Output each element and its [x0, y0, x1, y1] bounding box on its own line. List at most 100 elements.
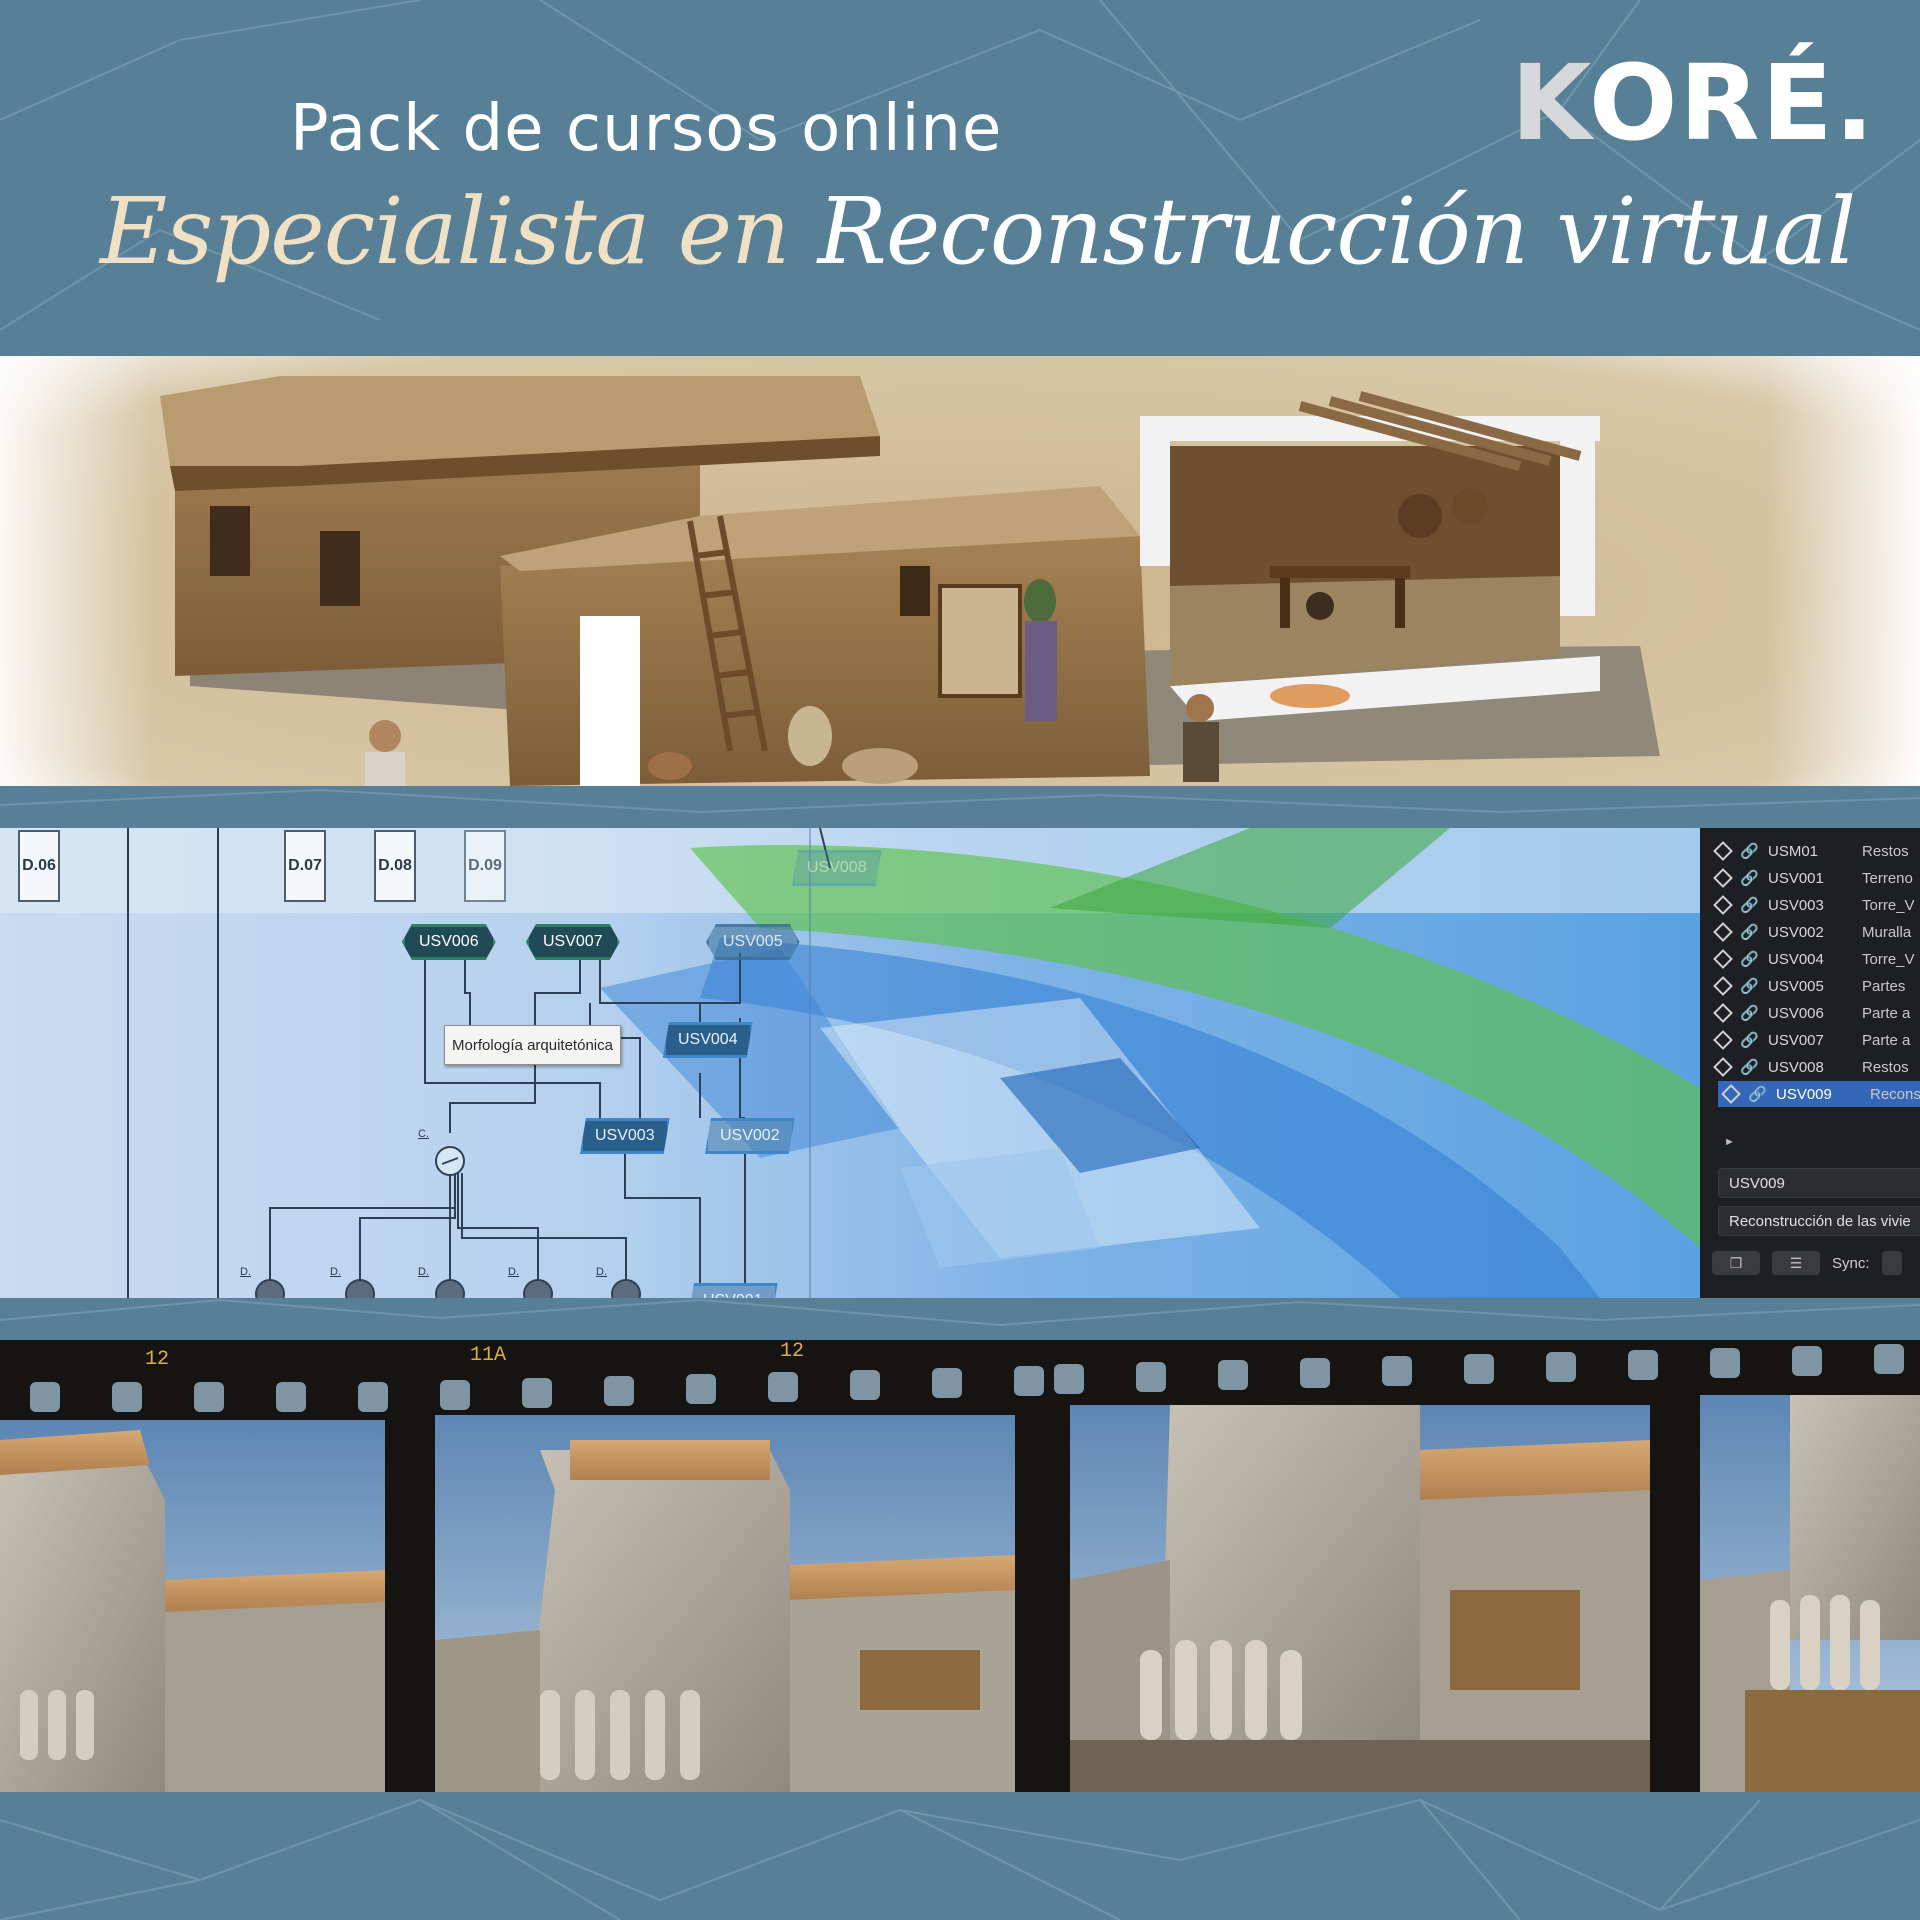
outliner-row[interactable]: 🔗 USM01 Restos: [1710, 838, 1920, 864]
logo-letter-k: K: [1511, 42, 1589, 164]
combiner-label: C.: [418, 1128, 429, 1140]
usv-box-node[interactable]: USV001: [688, 1283, 778, 1298]
outliner-row[interactable]: 🔗 USV005 Partes: [1710, 973, 1920, 999]
link-icon: 🔗: [1748, 1086, 1767, 1103]
outliner-row-name: USV001: [1768, 869, 1824, 887]
diamond-icon: [1713, 949, 1733, 969]
sync-toggle[interactable]: [1881, 1251, 1902, 1275]
outliner-row-desc: Torre_V: [1862, 896, 1915, 914]
frame-number: 11A: [470, 1344, 506, 1367]
header: Pack de cursos online Especialista en Re…: [0, 0, 1920, 355]
outliner-row-selected[interactable]: 🔗 USV009 Recons: [1718, 1081, 1920, 1107]
outliner-row-name: USV005: [1768, 977, 1824, 995]
outliner-row-name: USV009: [1776, 1085, 1832, 1103]
outliner-row-desc: Terreno: [1862, 869, 1913, 887]
film-frame-2: [435, 1415, 1015, 1792]
link-icon: 🔗: [1740, 843, 1759, 860]
frame-number: 12: [145, 1348, 169, 1371]
link-icon: 🔗: [1740, 1059, 1759, 1076]
diamond-icon: [1721, 1084, 1741, 1104]
film-strip-panel: 12 11A 12: [0, 1340, 1920, 1792]
source-label: D.: [240, 1266, 251, 1278]
node-graph-area: D.06 D.07 D.08 D.09 USV008 USV006 USV007…: [0, 828, 1700, 1298]
logo-rest: ORÉ.: [1588, 42, 1876, 164]
usv-node[interactable]: USV007: [526, 924, 620, 960]
title-accent: Especialista en: [100, 178, 790, 285]
usv-box-node[interactable]: USV003: [580, 1118, 670, 1154]
source-label: D.: [596, 1266, 607, 1278]
source-label: D.: [418, 1266, 429, 1278]
expand-arrow-icon[interactable]: ►: [1724, 1136, 1735, 1148]
diamond-icon: [1713, 1057, 1733, 1077]
morphology-label-node[interactable]: Morfología arquitetónica: [444, 1025, 621, 1065]
document-node[interactable]: D.06: [18, 830, 60, 902]
outliner-row-desc: Partes: [1862, 977, 1906, 995]
usv-node[interactable]: USV006: [402, 924, 496, 960]
diamond-icon: [1713, 1003, 1733, 1023]
usv-node[interactable]: USV005: [706, 924, 800, 960]
link-icon: 🔗: [1740, 978, 1759, 995]
document-node[interactable]: D.07: [284, 830, 326, 902]
outliner-row-name: USM01: [1768, 842, 1819, 860]
outliner-row-desc: Parte a: [1862, 1004, 1911, 1022]
outliner-row[interactable]: 🔗 USV003 Torre_V: [1710, 892, 1920, 918]
copy-icon[interactable]: ❐: [1712, 1251, 1760, 1275]
title-main: Reconstrucción virtual: [817, 178, 1857, 285]
kore-logo: KORÉ.: [1511, 42, 1876, 164]
outliner-row-desc: Muralla: [1862, 923, 1912, 941]
link-icon: 🔗: [1740, 897, 1759, 914]
outliner-row-desc: Recons: [1870, 1085, 1920, 1103]
link-icon: 🔗: [1740, 1005, 1759, 1022]
course-pack-subtitle: Pack de cursos online: [290, 92, 1003, 166]
link-icon: 🔗: [1740, 870, 1759, 887]
object-description-field[interactable]: Reconstrucción de las vivie: [1718, 1206, 1920, 1236]
source-label: D.: [330, 1266, 341, 1278]
course-title: Especialista en Reconstrucción virtual: [100, 178, 1857, 285]
outliner-row-desc: Parte a: [1862, 1031, 1911, 1049]
diamond-icon: [1713, 841, 1733, 861]
document-node[interactable]: D.08: [374, 830, 416, 902]
frame-number: 12: [780, 1340, 804, 1363]
outliner-row-name: USV007: [1768, 1031, 1824, 1049]
software-screenshot-panel: D.06 D.07 D.08 D.09 USV008 USV006 USV007…: [0, 828, 1920, 1298]
outliner-row[interactable]: 🔗 USV001 Terreno: [1710, 865, 1920, 891]
object-name-field[interactable]: USV009: [1718, 1168, 1920, 1198]
film-frame-1: [0, 1420, 385, 1792]
house-render-image: [0, 356, 1920, 786]
diamond-icon: [1713, 895, 1733, 915]
link-icon: 🔗: [1740, 1032, 1759, 1049]
outliner-row[interactable]: 🔗 USV008 Restos: [1710, 1054, 1920, 1080]
sync-label: Sync:: [1832, 1254, 1870, 1272]
outliner-row[interactable]: 🔗 USV002 Muralla: [1710, 919, 1920, 945]
list-icon[interactable]: ☰: [1772, 1251, 1820, 1275]
film-frame-3: [1070, 1405, 1650, 1792]
outliner-panel: 🔗 USM01 Restos 🔗 USV001 Terreno 🔗 USV003 Torre…: [1700, 828, 1920, 1298]
film-frame-4: [1700, 1395, 1920, 1792]
diamond-icon: [1713, 868, 1733, 888]
outliner-row-desc: Restos: [1862, 1058, 1909, 1076]
outliner-row-desc: Torre_V: [1862, 950, 1915, 968]
outliner-row-desc: Restos: [1862, 842, 1909, 860]
source-label: D.: [508, 1266, 519, 1278]
house-render-panel: [0, 356, 1920, 786]
document-node[interactable]: D.09: [464, 830, 506, 902]
diamond-icon: [1713, 976, 1733, 996]
usv-box-node[interactable]: USV004: [663, 1022, 753, 1058]
diamond-icon: [1713, 922, 1733, 942]
outliner-row-name: USV006: [1768, 1004, 1824, 1022]
outliner-row-name: USV002: [1768, 923, 1824, 941]
diamond-icon: [1713, 1030, 1733, 1050]
outliner-row[interactable]: 🔗 USV007 Parte a: [1710, 1027, 1920, 1053]
graph-background: [0, 828, 1700, 1298]
usv-top-faded-node[interactable]: USV008: [792, 850, 882, 886]
link-icon: 🔗: [1740, 924, 1759, 941]
outliner-row-name: USV004: [1768, 950, 1824, 968]
outliner-row[interactable]: 🔗 USV004 Torre_V: [1710, 946, 1920, 972]
outliner-toolbar: ❐ ☰ Sync:: [1712, 1248, 1902, 1278]
outliner-row[interactable]: 🔗 USV006 Parte a: [1710, 1000, 1920, 1026]
outliner-row-name: USV003: [1768, 896, 1824, 914]
usv-box-node[interactable]: USV002: [705, 1118, 795, 1154]
film-strip-image: 12 11A 12: [0, 1340, 1920, 1792]
link-icon: 🔗: [1740, 951, 1759, 968]
outliner-row-name: USV008: [1768, 1058, 1824, 1076]
